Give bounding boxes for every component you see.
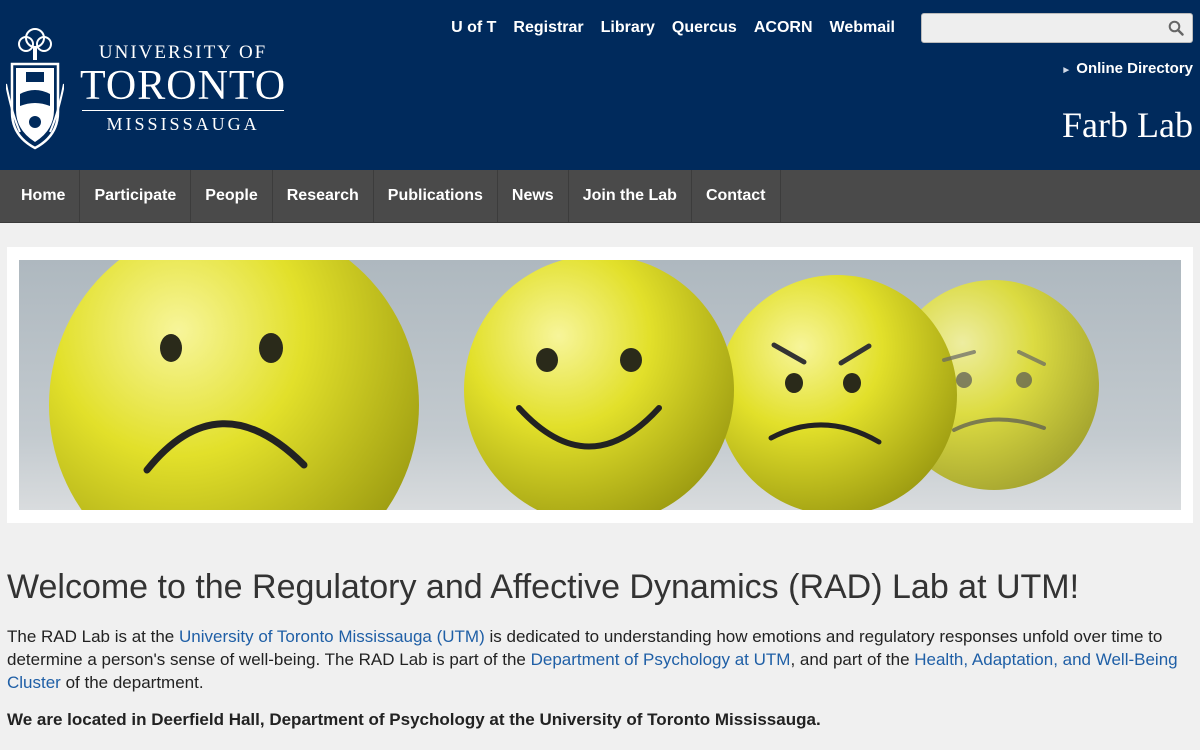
top-link-webmail[interactable]: Webmail [830, 19, 896, 37]
site-name[interactable]: Farb Lab [1062, 104, 1193, 146]
online-directory-link[interactable]: ► Online Directory [1061, 60, 1193, 77]
location-paragraph: We are located in Deerfield Hall, Depart… [7, 710, 821, 729]
emoji-balls-banner-image [19, 260, 1181, 510]
logo-line-university-of: UNIVERSITY OF [98, 41, 268, 63]
nav-item-join-the-lab[interactable]: Join the Lab [569, 170, 692, 222]
utm-link[interactable]: University of Toronto Mississauga (UTM) [179, 627, 485, 646]
nav-item-news[interactable]: News [498, 170, 569, 222]
intro-paragraph: The RAD Lab is at the University of Toro… [7, 625, 1193, 694]
intro-text-4: of the department. [60, 673, 204, 692]
logo-line-mississauga: MISSISSAUGA [106, 113, 260, 134]
top-link-quercus[interactable]: Quercus [672, 19, 737, 37]
top-link-registrar[interactable]: Registrar [513, 19, 583, 37]
top-link-acorn[interactable]: ACORN [754, 19, 813, 37]
search-icon[interactable] [1168, 20, 1184, 36]
nav-item-publications[interactable]: Publications [374, 170, 498, 222]
university-logo[interactable]: UNIVERSITY OF TORONTO MISSISSAUGA [6, 24, 286, 152]
search-input[interactable] [922, 14, 1168, 42]
top-links: U of T Registrar Library Quercus ACORN W… [434, 19, 895, 37]
nav-item-participate[interactable]: Participate [80, 170, 192, 222]
online-directory-label: Online Directory [1076, 60, 1193, 77]
logo-rule [82, 109, 285, 111]
triangle-right-icon: ► [1061, 65, 1072, 76]
search-box [921, 13, 1193, 43]
nav-item-home[interactable]: Home [7, 170, 81, 222]
psychology-department-link[interactable]: Department of Psychology at UTM [531, 650, 791, 669]
logo-line-toronto: TORONTO [80, 62, 287, 109]
nav-item-people[interactable]: People [191, 170, 273, 222]
page-title: Welcome to the Regulatory and Affective … [7, 568, 1080, 606]
intro-text-1: The RAD Lab is at the [7, 627, 179, 646]
main-nav: Home Participate People Research Publica… [0, 170, 1200, 223]
nav-item-research[interactable]: Research [273, 170, 374, 222]
top-link-uoft[interactable]: U of T [451, 19, 496, 37]
top-link-library[interactable]: Library [601, 19, 655, 37]
main-content: Welcome to the Regulatory and Affective … [7, 565, 1193, 731]
nav-item-contact[interactable]: Contact [692, 170, 781, 222]
site-header: UNIVERSITY OF TORONTO MISSISSAUGA U of T… [0, 0, 1200, 170]
intro-text-3: , and part of the [790, 650, 915, 669]
crest-icon [6, 28, 64, 150]
banner-frame [7, 247, 1193, 523]
